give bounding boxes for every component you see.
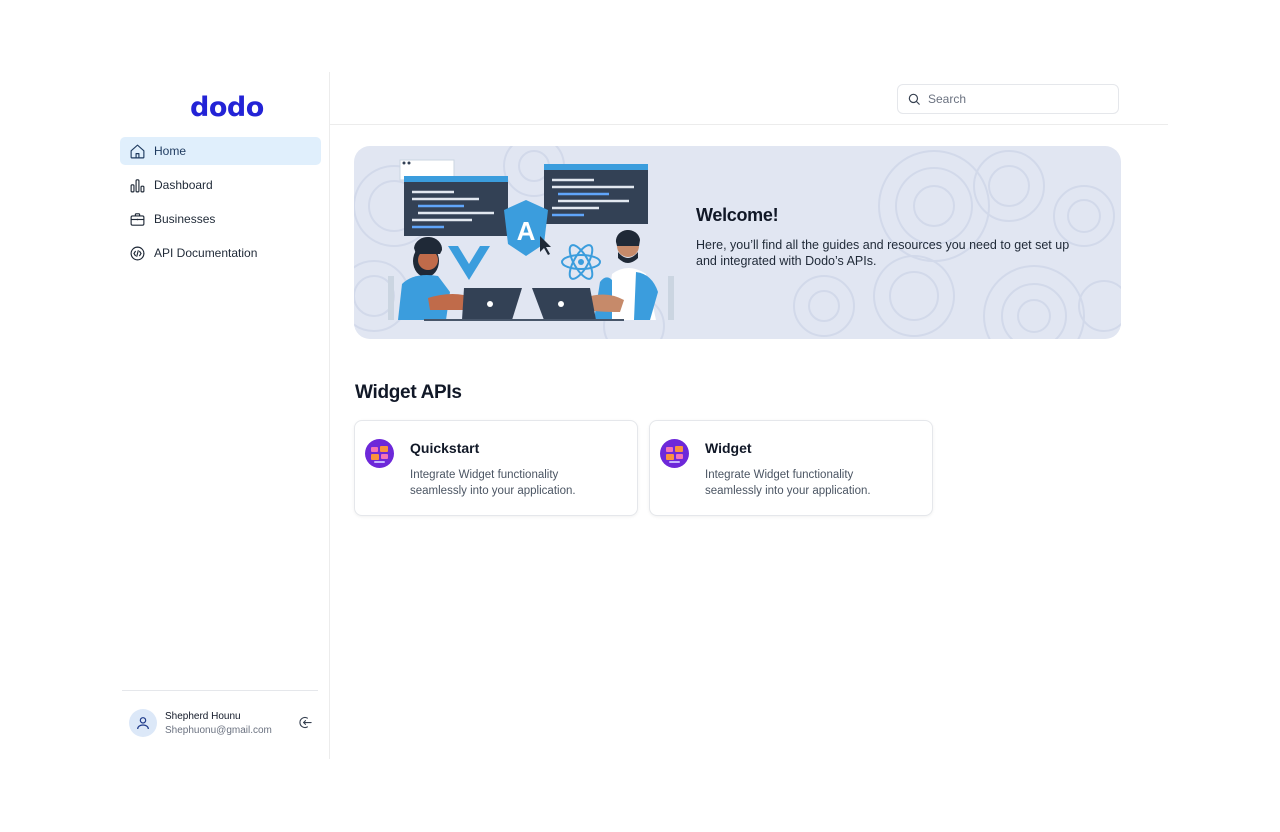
sidebar-item-dashboard[interactable]: Dashboard xyxy=(120,171,321,199)
quickstart-card[interactable]: Quickstart Integrate Widget functionalit… xyxy=(354,420,638,516)
user-email: Shephuonu@gmail.com xyxy=(165,725,272,736)
sidebar: dodo Home Dashboard Businesses API Docum… xyxy=(112,72,330,759)
sidebar-item-label: Dashboard xyxy=(154,178,213,192)
user-icon xyxy=(137,717,149,730)
sidebar-divider xyxy=(122,690,318,691)
user-profile: Shepherd Hounu Shephuonu@gmail.com xyxy=(129,709,319,737)
card-description: Integrate Widget functionality seamlessl… xyxy=(410,469,576,497)
angular-badge-letter: A xyxy=(517,216,536,246)
search-box xyxy=(897,84,1119,114)
card-title: Quickstart xyxy=(410,440,480,456)
sidebar-item-label: API Documentation xyxy=(154,246,258,260)
sidebar-nav: Home Dashboard Businesses API Documentat… xyxy=(120,137,321,273)
sidebar-item-api-documentation[interactable]: API Documentation xyxy=(120,239,321,267)
user-name: Shepherd Hounu xyxy=(165,711,241,722)
avatar[interactable] xyxy=(129,709,157,737)
search-input[interactable] xyxy=(926,91,1110,107)
card-title: Widget xyxy=(705,440,752,456)
widget-app-icon xyxy=(660,439,689,468)
briefcase-icon xyxy=(129,211,146,228)
logout-button[interactable] xyxy=(298,715,313,730)
sidebar-item-businesses[interactable]: Businesses xyxy=(120,205,321,233)
api-doc-icon xyxy=(129,245,146,262)
home-icon xyxy=(129,143,146,160)
welcome-banner: A Welcome! Here, you’ll find all the gui… xyxy=(354,146,1121,339)
developers-coding-illustration: A xyxy=(388,159,674,321)
card-description: Integrate Widget functionality seamlessl… xyxy=(705,469,871,497)
sidebar-item-label: Home xyxy=(154,144,187,158)
search-icon xyxy=(908,93,920,105)
welcome-title: Welcome! xyxy=(696,205,779,225)
widget-app-icon xyxy=(365,439,394,468)
sidebar-item-label: Businesses xyxy=(154,212,216,226)
dodo-logo[interactable]: dodo xyxy=(190,92,264,123)
widget-card[interactable]: Widget Integrate Widget functionality se… xyxy=(649,420,933,516)
sidebar-item-home[interactable]: Home xyxy=(120,137,321,165)
logout-icon xyxy=(299,717,312,728)
welcome-text: Here, you’ll find all the guides and res… xyxy=(696,238,1070,268)
header-divider xyxy=(330,124,1168,125)
bar-chart-icon xyxy=(129,177,146,194)
section-title: Widget APIs xyxy=(355,382,462,403)
